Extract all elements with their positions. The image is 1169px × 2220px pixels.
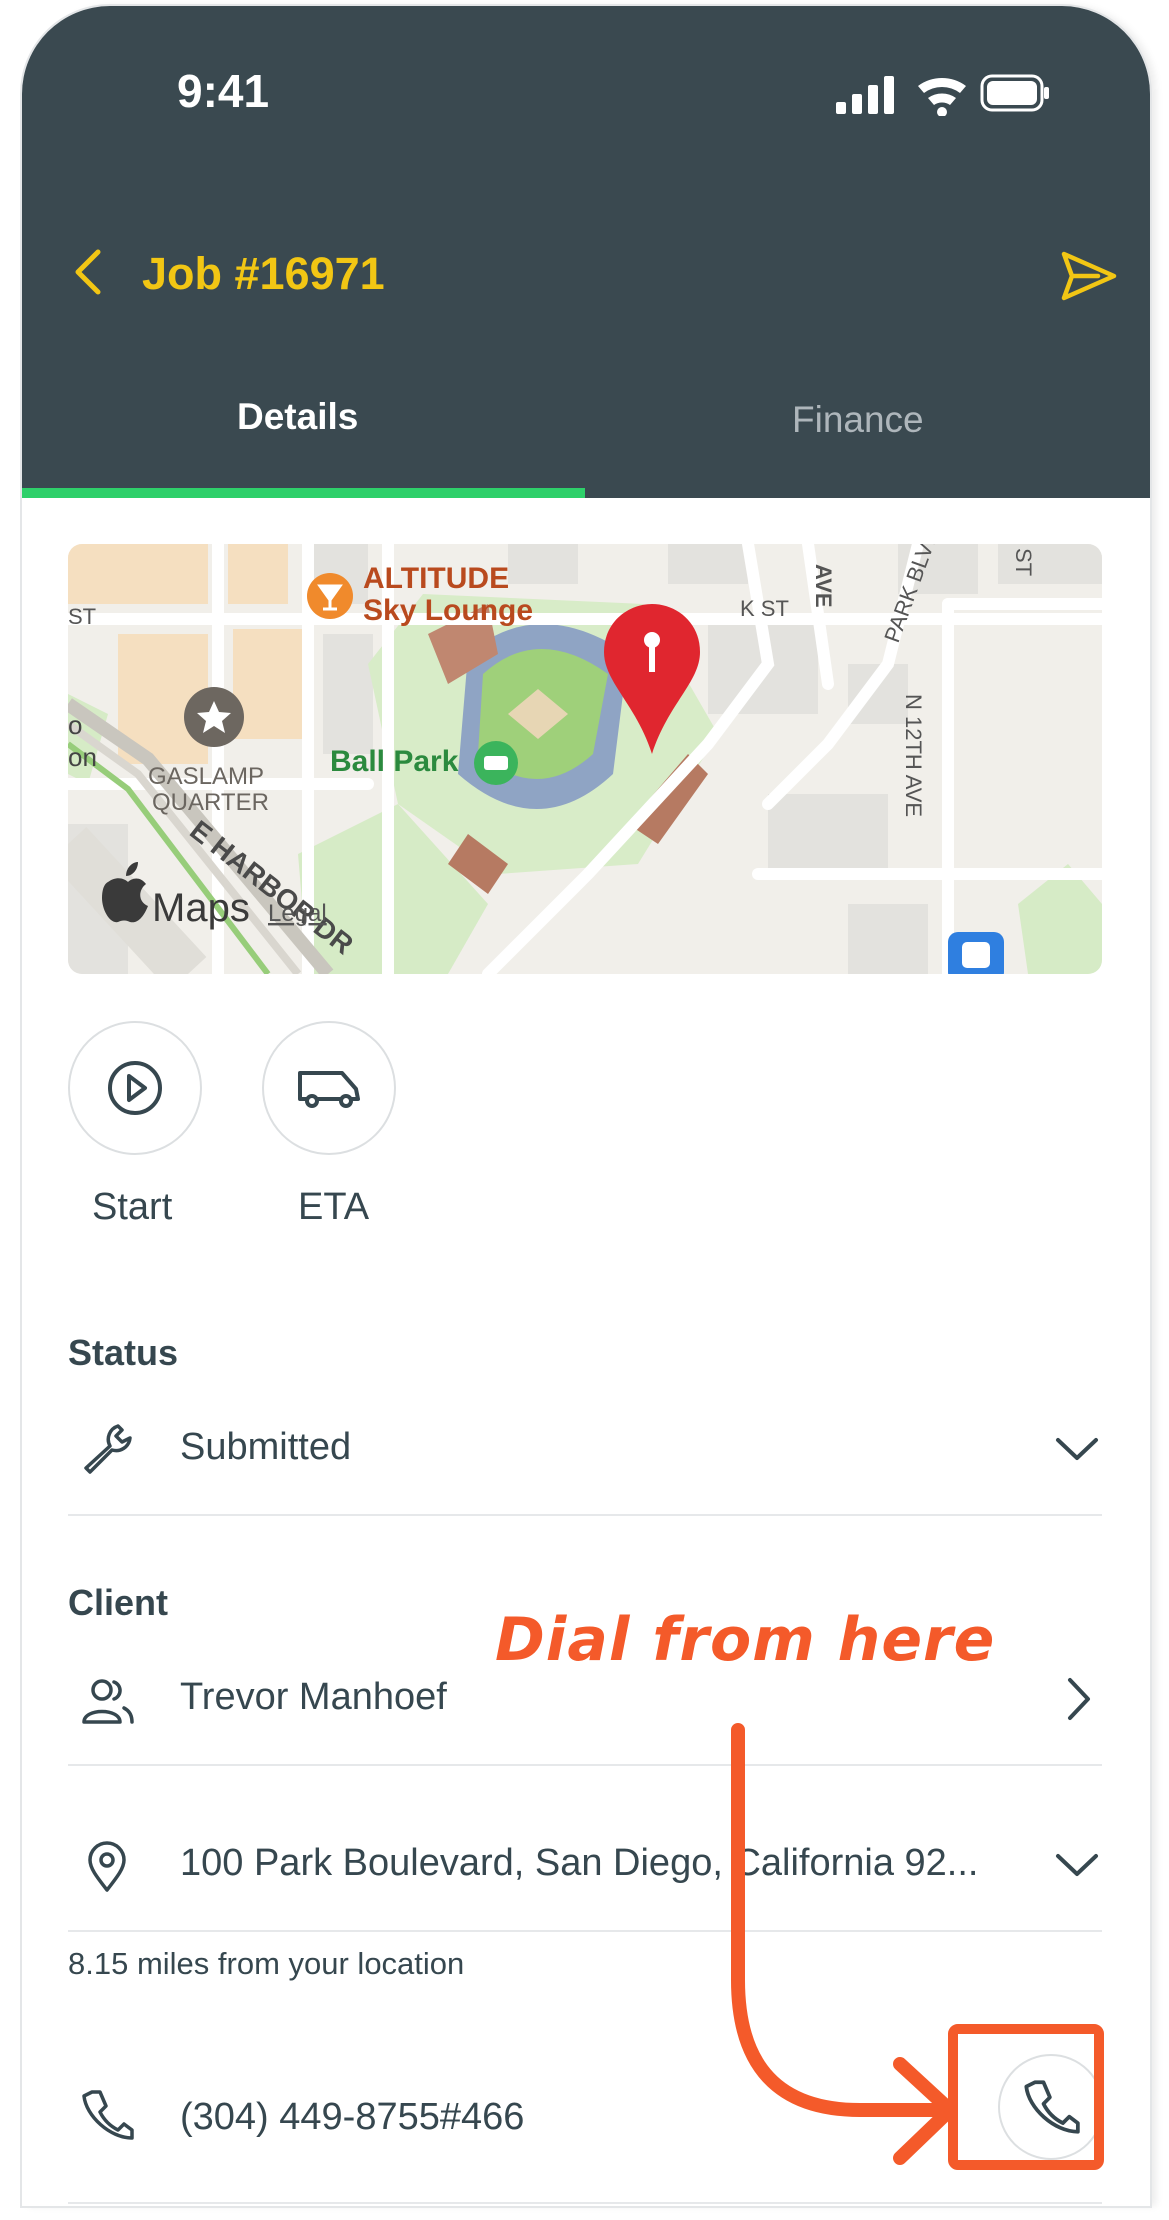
- map-label-ballpark: Ball Park: [330, 745, 459, 778]
- start-label: Start: [92, 1186, 173, 1228]
- map-label-o: o: [68, 710, 82, 740]
- wrench-icon: [84, 1424, 132, 1474]
- map-label-ave: AVE: [811, 564, 836, 608]
- map-label-gaslamp2: QUARTER: [152, 789, 269, 816]
- distance-text: 8.15 miles from your location: [68, 1946, 465, 1981]
- status-row[interactable]: Submitted: [68, 1386, 1102, 1516]
- map-label-lounge2: Sky Lounge: [363, 594, 533, 627]
- address-value: 100 Park Boulevard, San Diego, Californi…: [180, 1842, 979, 1884]
- start-button[interactable]: [68, 1021, 202, 1155]
- map-label-on: on: [68, 742, 97, 772]
- play-circle-icon: [108, 1061, 162, 1115]
- map-legal-link: Legal: [268, 900, 327, 927]
- map-marker-stadium: [474, 741, 518, 785]
- map-marker-lounge: [307, 573, 353, 619]
- map-label-lounge: ALTITUDE: [363, 562, 509, 595]
- status-section-label: Status: [68, 1332, 179, 1373]
- phone-number: (304) 449-8755#466: [180, 2096, 525, 2138]
- battery-icon: [980, 74, 1049, 112]
- tab-finance[interactable]: Finance: [792, 399, 924, 441]
- address-row[interactable]: 100 Park Boulevard, San Diego, Californi…: [68, 1802, 1102, 1932]
- back-chevron-icon[interactable]: [66, 244, 110, 300]
- eta-label: ETA: [298, 1186, 370, 1228]
- active-tab-indicator: [22, 488, 585, 498]
- page-title: Job #16971: [142, 248, 385, 299]
- signal-icon: [836, 76, 894, 114]
- map-label-gaslamp: GASLAMP: [148, 763, 264, 790]
- chevron-right-icon: [1068, 1678, 1090, 1720]
- phone-row: (304) 449-8755#466: [68, 2046, 1102, 2204]
- map-label-st: ST: [1011, 548, 1036, 576]
- map-graphic: ALTITUDE Sky Lounge GASLAMP QUARTER Ball…: [68, 544, 1102, 974]
- map-label-st-left: ST: [68, 604, 96, 629]
- send-icon[interactable]: [1058, 246, 1118, 306]
- map-view[interactable]: ALTITUDE Sky Lounge GASLAMP QUARTER Ball…: [68, 544, 1102, 974]
- client-name: Trevor Manhoef: [180, 1676, 447, 1718]
- chevron-down-icon: [1056, 1438, 1098, 1460]
- location-pin-outline-icon: [88, 1841, 126, 1892]
- phone-icon: [82, 2090, 134, 2140]
- map-marker-gaslamp: [184, 687, 244, 747]
- wifi-icon: [918, 78, 966, 116]
- status-time: 9:41: [177, 65, 270, 117]
- eta-button[interactable]: [262, 1021, 396, 1155]
- chevron-down-icon: [1056, 1854, 1098, 1876]
- map-label-kst: K ST: [740, 596, 789, 621]
- map-label-n12: N 12TH AVE: [901, 694, 926, 817]
- app-header: 9:41 Job #16971 Details Finance: [22, 6, 1150, 498]
- map-brand: Maps: [152, 886, 250, 930]
- status-value: Submitted: [180, 1426, 352, 1468]
- people-icon: [82, 1679, 134, 1724]
- transit-icon: [948, 932, 1004, 974]
- van-icon: [298, 1071, 360, 1108]
- client-section-label: Client: [68, 1582, 169, 1623]
- phone-screen: 9:41 Job #16971 Details Finance ALTITUDE…: [22, 6, 1150, 2206]
- tab-details[interactable]: Details: [237, 396, 358, 438]
- annotation-text: Dial from here: [495, 1605, 996, 1675]
- annotation-highlight-box: [948, 2024, 1104, 2170]
- status-icons: [836, 74, 1049, 116]
